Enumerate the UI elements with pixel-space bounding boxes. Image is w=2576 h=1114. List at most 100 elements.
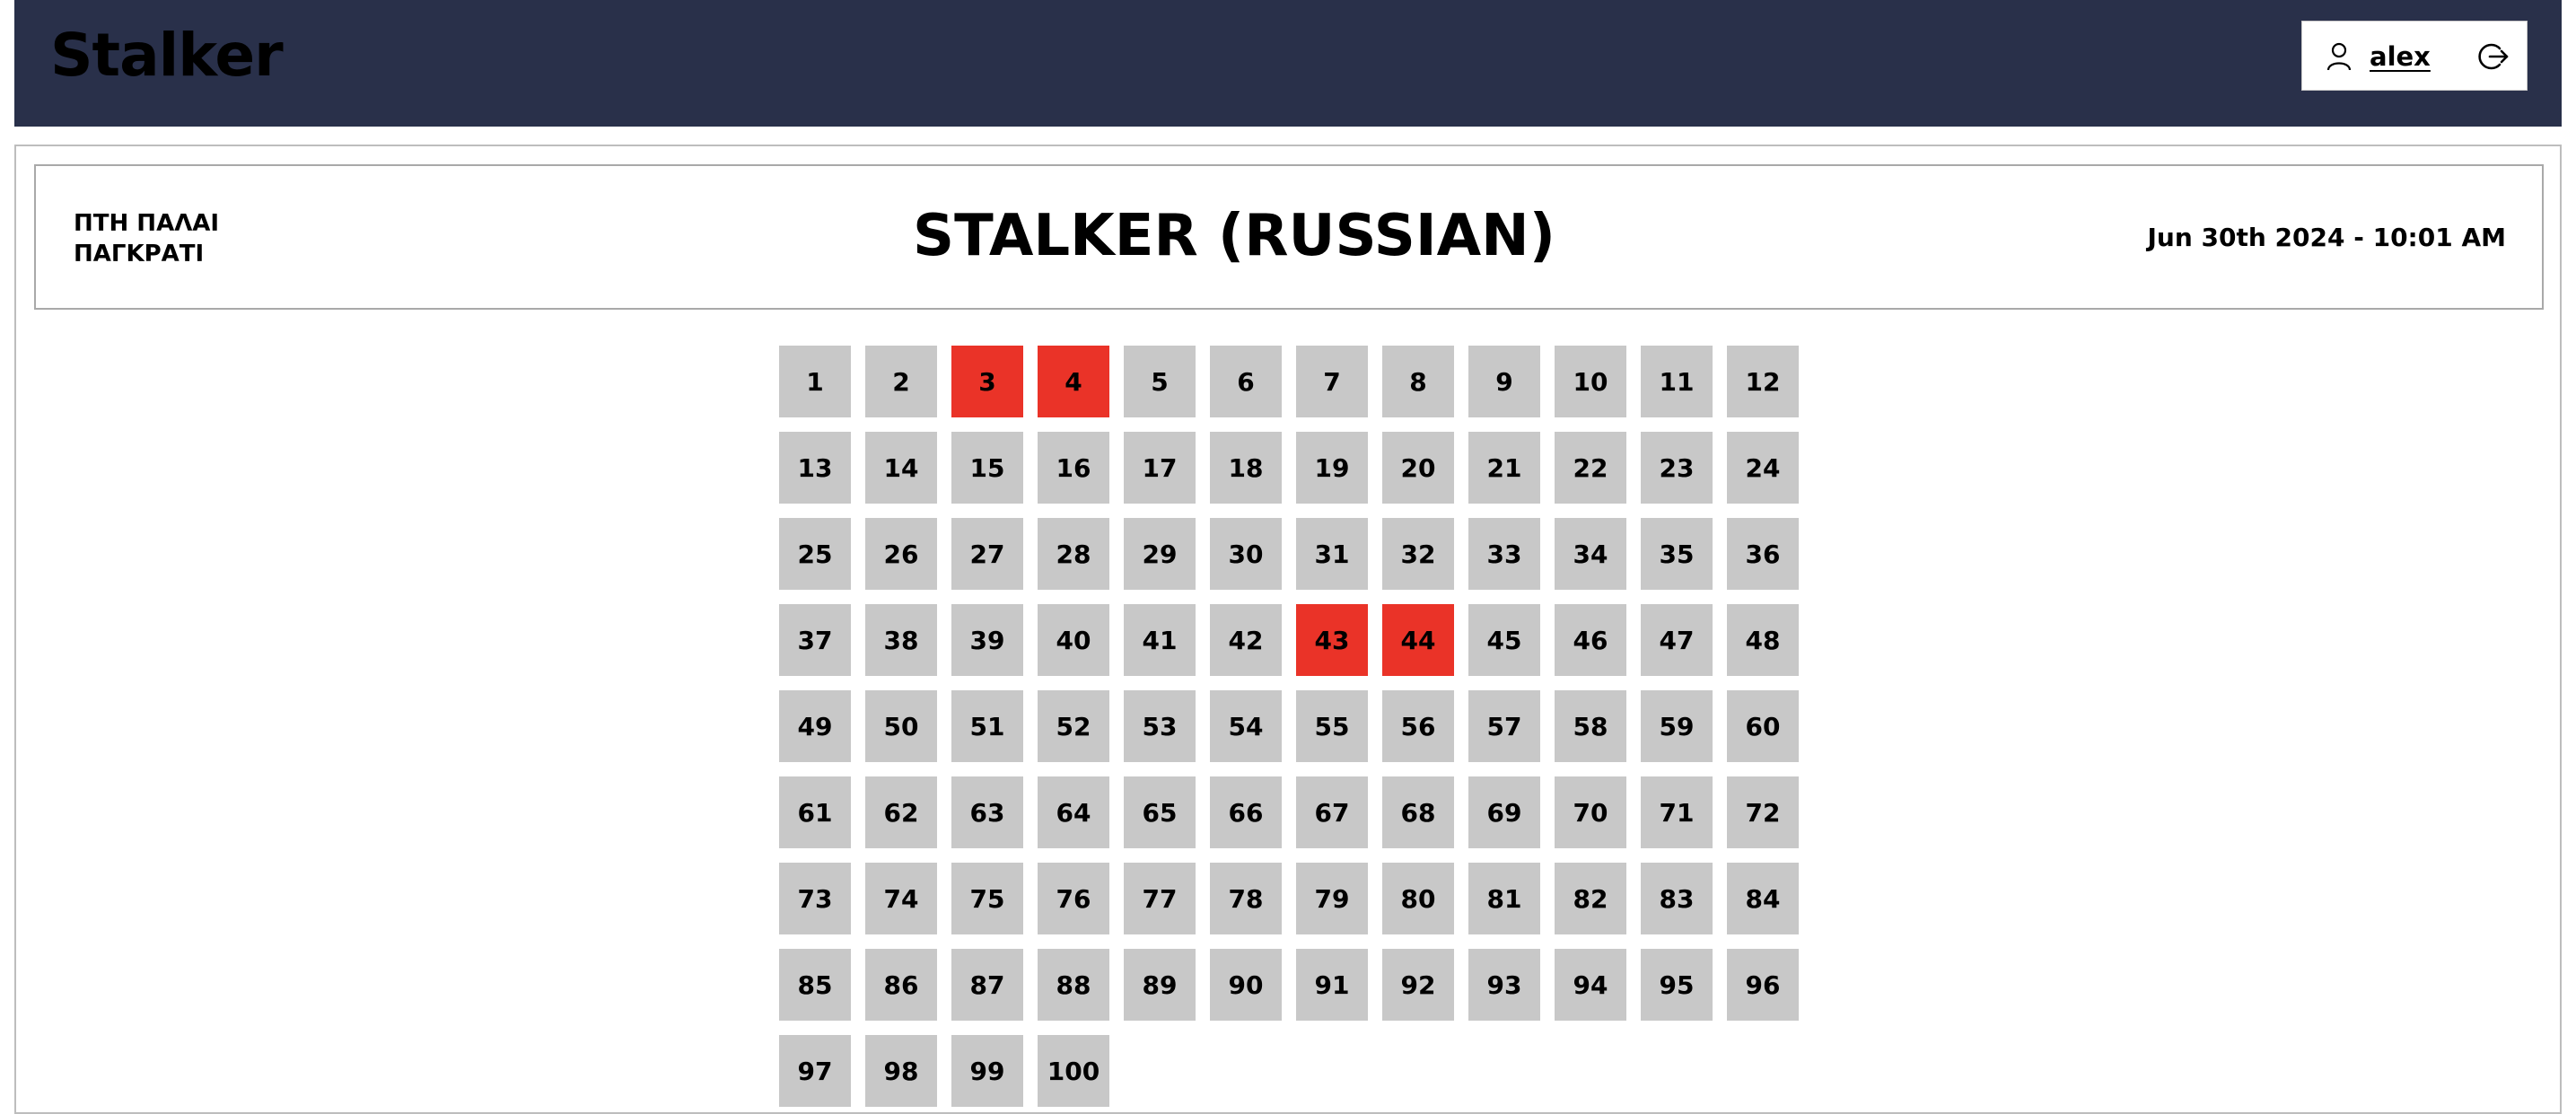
seat-26[interactable]: 26: [865, 518, 937, 590]
seat-75[interactable]: 75: [951, 863, 1023, 934]
seat-61[interactable]: 61: [779, 776, 851, 848]
seat-2[interactable]: 2: [865, 346, 937, 417]
seat-57[interactable]: 57: [1468, 690, 1540, 762]
seat-11[interactable]: 11: [1641, 346, 1713, 417]
seat-91[interactable]: 91: [1296, 949, 1368, 1021]
seat-77[interactable]: 77: [1124, 863, 1196, 934]
seat-76[interactable]: 76: [1038, 863, 1109, 934]
logout-icon[interactable]: [2478, 40, 2510, 73]
seat-18[interactable]: 18: [1210, 432, 1282, 504]
seat-49[interactable]: 49: [779, 690, 851, 762]
seat-taken-4[interactable]: 4: [1038, 346, 1109, 417]
seat-59[interactable]: 59: [1641, 690, 1713, 762]
seat-96[interactable]: 96: [1727, 949, 1799, 1021]
seat-79[interactable]: 79: [1296, 863, 1368, 934]
seat-60[interactable]: 60: [1727, 690, 1799, 762]
seat-45[interactable]: 45: [1468, 604, 1540, 676]
seat-37[interactable]: 37: [779, 604, 851, 676]
seat-93[interactable]: 93: [1468, 949, 1540, 1021]
seat-21[interactable]: 21: [1468, 432, 1540, 504]
seat-taken-44[interactable]: 44: [1382, 604, 1454, 676]
seat-taken-43[interactable]: 43: [1296, 604, 1368, 676]
seat-39[interactable]: 39: [951, 604, 1023, 676]
seat-85[interactable]: 85: [779, 949, 851, 1021]
seat-87[interactable]: 87: [951, 949, 1023, 1021]
seat-64[interactable]: 64: [1038, 776, 1109, 848]
seat-95[interactable]: 95: [1641, 949, 1713, 1021]
seat-78[interactable]: 78: [1210, 863, 1282, 934]
seat-24[interactable]: 24: [1727, 432, 1799, 504]
seat-89[interactable]: 89: [1124, 949, 1196, 1021]
seat-100[interactable]: 100: [1038, 1035, 1109, 1107]
seat-53[interactable]: 53: [1124, 690, 1196, 762]
seat-40[interactable]: 40: [1038, 604, 1109, 676]
seat-7[interactable]: 7: [1296, 346, 1368, 417]
seat-41[interactable]: 41: [1124, 604, 1196, 676]
seat-73[interactable]: 73: [779, 863, 851, 934]
seat-23[interactable]: 23: [1641, 432, 1713, 504]
seat-35[interactable]: 35: [1641, 518, 1713, 590]
seat-63[interactable]: 63: [951, 776, 1023, 848]
seat-52[interactable]: 52: [1038, 690, 1109, 762]
seat-66[interactable]: 66: [1210, 776, 1282, 848]
seat-30[interactable]: 30: [1210, 518, 1282, 590]
seat-36[interactable]: 36: [1727, 518, 1799, 590]
seat-67[interactable]: 67: [1296, 776, 1368, 848]
seat-25[interactable]: 25: [779, 518, 851, 590]
seat-90[interactable]: 90: [1210, 949, 1282, 1021]
seat-56[interactable]: 56: [1382, 690, 1454, 762]
seat-16[interactable]: 16: [1038, 432, 1109, 504]
seat-taken-3[interactable]: 3: [951, 346, 1023, 417]
seat-8[interactable]: 8: [1382, 346, 1454, 417]
seat-83[interactable]: 83: [1641, 863, 1713, 934]
seat-17[interactable]: 17: [1124, 432, 1196, 504]
seat-20[interactable]: 20: [1382, 432, 1454, 504]
seat-31[interactable]: 31: [1296, 518, 1368, 590]
seat-19[interactable]: 19: [1296, 432, 1368, 504]
seat-29[interactable]: 29: [1124, 518, 1196, 590]
seat-86[interactable]: 86: [865, 949, 937, 1021]
seat-94[interactable]: 94: [1555, 949, 1626, 1021]
seat-27[interactable]: 27: [951, 518, 1023, 590]
seat-10[interactable]: 10: [1555, 346, 1626, 417]
seat-92[interactable]: 92: [1382, 949, 1454, 1021]
seat-13[interactable]: 13: [779, 432, 851, 504]
seat-71[interactable]: 71: [1641, 776, 1713, 848]
seat-38[interactable]: 38: [865, 604, 937, 676]
seat-88[interactable]: 88: [1038, 949, 1109, 1021]
seat-1[interactable]: 1: [779, 346, 851, 417]
seat-97[interactable]: 97: [779, 1035, 851, 1107]
seat-48[interactable]: 48: [1727, 604, 1799, 676]
seat-42[interactable]: 42: [1210, 604, 1282, 676]
seat-33[interactable]: 33: [1468, 518, 1540, 590]
seat-28[interactable]: 28: [1038, 518, 1109, 590]
seat-47[interactable]: 47: [1641, 604, 1713, 676]
seat-15[interactable]: 15: [951, 432, 1023, 504]
seat-81[interactable]: 81: [1468, 863, 1540, 934]
seat-22[interactable]: 22: [1555, 432, 1626, 504]
seat-68[interactable]: 68: [1382, 776, 1454, 848]
seat-55[interactable]: 55: [1296, 690, 1368, 762]
seat-74[interactable]: 74: [865, 863, 937, 934]
seat-51[interactable]: 51: [951, 690, 1023, 762]
seat-5[interactable]: 5: [1124, 346, 1196, 417]
seat-50[interactable]: 50: [865, 690, 937, 762]
username-link[interactable]: alex: [2370, 39, 2431, 74]
seat-69[interactable]: 69: [1468, 776, 1540, 848]
seat-98[interactable]: 98: [865, 1035, 937, 1107]
seat-80[interactable]: 80: [1382, 863, 1454, 934]
seat-99[interactable]: 99: [951, 1035, 1023, 1107]
seat-46[interactable]: 46: [1555, 604, 1626, 676]
seat-84[interactable]: 84: [1727, 863, 1799, 934]
seat-14[interactable]: 14: [865, 432, 937, 504]
seat-9[interactable]: 9: [1468, 346, 1540, 417]
seat-12[interactable]: 12: [1727, 346, 1799, 417]
seat-54[interactable]: 54: [1210, 690, 1282, 762]
seat-70[interactable]: 70: [1555, 776, 1626, 848]
seat-58[interactable]: 58: [1555, 690, 1626, 762]
seat-62[interactable]: 62: [865, 776, 937, 848]
seat-72[interactable]: 72: [1727, 776, 1799, 848]
seat-65[interactable]: 65: [1124, 776, 1196, 848]
seat-82[interactable]: 82: [1555, 863, 1626, 934]
seat-34[interactable]: 34: [1555, 518, 1626, 590]
